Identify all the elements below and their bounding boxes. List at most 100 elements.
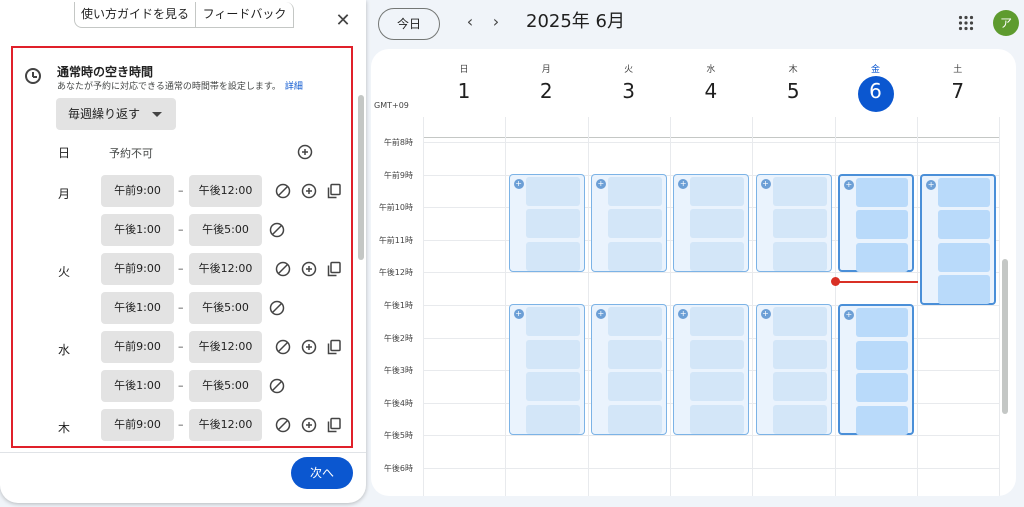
day-number[interactable]: 1	[423, 79, 505, 103]
block-icon[interactable]	[275, 183, 291, 199]
day-number[interactable]: 7	[917, 79, 999, 103]
calendar-scrollbar[interactable]	[1002, 259, 1008, 414]
today-button[interactable]: 今日	[378, 8, 440, 40]
time-slot[interactable]	[607, 307, 662, 336]
time-slot[interactable]	[607, 339, 662, 369]
time-slot[interactable]	[690, 339, 745, 369]
time-slot[interactable]	[855, 340, 908, 370]
time-slot[interactable]	[772, 241, 827, 271]
copy-icon[interactable]	[326, 261, 342, 277]
end-time-select[interactable]: 午後12:00	[189, 253, 262, 285]
time-slot[interactable]	[938, 210, 991, 240]
time-slot[interactable]	[855, 405, 908, 435]
add-circle-icon[interactable]	[301, 183, 317, 199]
copy-icon[interactable]	[326, 339, 342, 355]
day-number[interactable]: 3	[588, 79, 670, 103]
availability-block[interactable]: +	[837, 304, 914, 436]
time-slot[interactable]	[938, 275, 991, 305]
feedback-tab[interactable]: フィードバック	[196, 2, 294, 28]
time-slot[interactable]	[855, 242, 908, 272]
guide-tab[interactable]: 使い方ガイドを見る	[74, 2, 196, 28]
time-slot[interactable]	[607, 372, 662, 402]
availability-block[interactable]: +	[508, 173, 585, 273]
time-slot[interactable]	[690, 404, 745, 434]
end-time-select[interactable]: 午後5:00	[189, 292, 262, 324]
time-slot[interactable]	[855, 177, 908, 207]
time-slot[interactable]	[525, 372, 580, 402]
close-icon[interactable]: ✕	[330, 8, 356, 34]
repeat-dropdown[interactable]: 毎週繰り返す	[56, 98, 176, 130]
day-number[interactable]: 2	[505, 79, 587, 103]
time-slot[interactable]	[607, 241, 662, 271]
add-circle-icon[interactable]	[301, 261, 317, 277]
copy-icon[interactable]	[326, 417, 342, 433]
time-slot[interactable]	[525, 307, 580, 336]
time-slot[interactable]	[855, 210, 908, 240]
time-slot[interactable]	[690, 241, 745, 271]
copy-icon[interactable]	[326, 183, 342, 199]
add-circle-icon[interactable]	[297, 144, 313, 160]
start-time-select[interactable]: 午前9:00	[101, 175, 174, 207]
time-slot[interactable]	[772, 209, 827, 239]
block-icon[interactable]	[269, 300, 285, 316]
details-link[interactable]: 詳細	[285, 82, 303, 92]
start-time-select[interactable]: 午前9:00	[101, 331, 174, 363]
availability-block[interactable]: +	[590, 304, 667, 436]
start-time-select[interactable]: 午後1:00	[101, 292, 174, 324]
availability-block[interactable]: +	[755, 173, 832, 273]
add-circle-icon[interactable]	[301, 339, 317, 355]
panel-scrollbar[interactable]	[358, 95, 364, 260]
day-number[interactable]: 5	[752, 79, 834, 103]
time-slot[interactable]	[525, 176, 580, 206]
time-slot[interactable]	[690, 372, 745, 402]
start-time-select[interactable]: 午後1:00	[101, 214, 174, 246]
day-number[interactable]: 6	[835, 79, 917, 103]
block-icon[interactable]	[275, 339, 291, 355]
start-time-select[interactable]: 午前9:00	[101, 253, 174, 285]
start-time-select[interactable]: 午後1:00	[101, 370, 174, 402]
day-number[interactable]: 4	[670, 79, 752, 103]
chevron-left-icon[interactable]: ‹	[458, 10, 482, 34]
avatar[interactable]: ア	[993, 10, 1019, 36]
time-slot[interactable]	[607, 176, 662, 206]
end-time-select[interactable]: 午後5:00	[189, 370, 262, 402]
add-circle-icon[interactable]	[301, 417, 317, 433]
availability-block[interactable]: +	[508, 304, 585, 436]
time-slot[interactable]	[772, 339, 827, 369]
time-slot[interactable]	[772, 176, 827, 206]
availability-block[interactable]: +	[673, 173, 750, 273]
time-slot[interactable]	[525, 241, 580, 271]
end-time-select[interactable]: 午後5:00	[189, 214, 262, 246]
end-time-select[interactable]: 午後12:00	[189, 331, 262, 363]
time-slot[interactable]	[525, 339, 580, 369]
start-time-select[interactable]: 午前9:00	[101, 409, 174, 441]
time-slot[interactable]	[855, 373, 908, 403]
availability-block[interactable]: +	[590, 173, 667, 273]
availability-block[interactable]: +	[755, 304, 832, 436]
end-time-select[interactable]: 午後12:00	[189, 175, 262, 207]
time-slot[interactable]	[772, 404, 827, 434]
time-slot[interactable]	[607, 404, 662, 434]
time-slot[interactable]	[525, 209, 580, 239]
time-slot[interactable]	[772, 372, 827, 402]
availability-block[interactable]: +	[920, 173, 997, 305]
next-button[interactable]: 次へ	[291, 457, 353, 489]
time-slot[interactable]	[772, 307, 827, 336]
time-slot[interactable]	[855, 308, 908, 337]
time-slot[interactable]	[607, 209, 662, 239]
time-slot[interactable]	[690, 176, 745, 206]
time-slot[interactable]	[690, 307, 745, 336]
time-slot[interactable]	[938, 242, 991, 272]
time-slot[interactable]	[525, 404, 580, 434]
chevron-right-icon[interactable]: ›	[484, 10, 508, 34]
time-slot[interactable]	[938, 177, 991, 207]
block-icon[interactable]	[275, 417, 291, 433]
availability-block[interactable]: +	[673, 304, 750, 436]
block-icon[interactable]	[275, 261, 291, 277]
end-time-select[interactable]: 午後12:00	[189, 409, 262, 441]
time-slot[interactable]	[690, 209, 745, 239]
block-icon[interactable]	[269, 222, 285, 238]
apps-grid-icon[interactable]	[958, 15, 974, 31]
block-icon[interactable]	[269, 378, 285, 394]
availability-block[interactable]: +	[837, 173, 914, 273]
